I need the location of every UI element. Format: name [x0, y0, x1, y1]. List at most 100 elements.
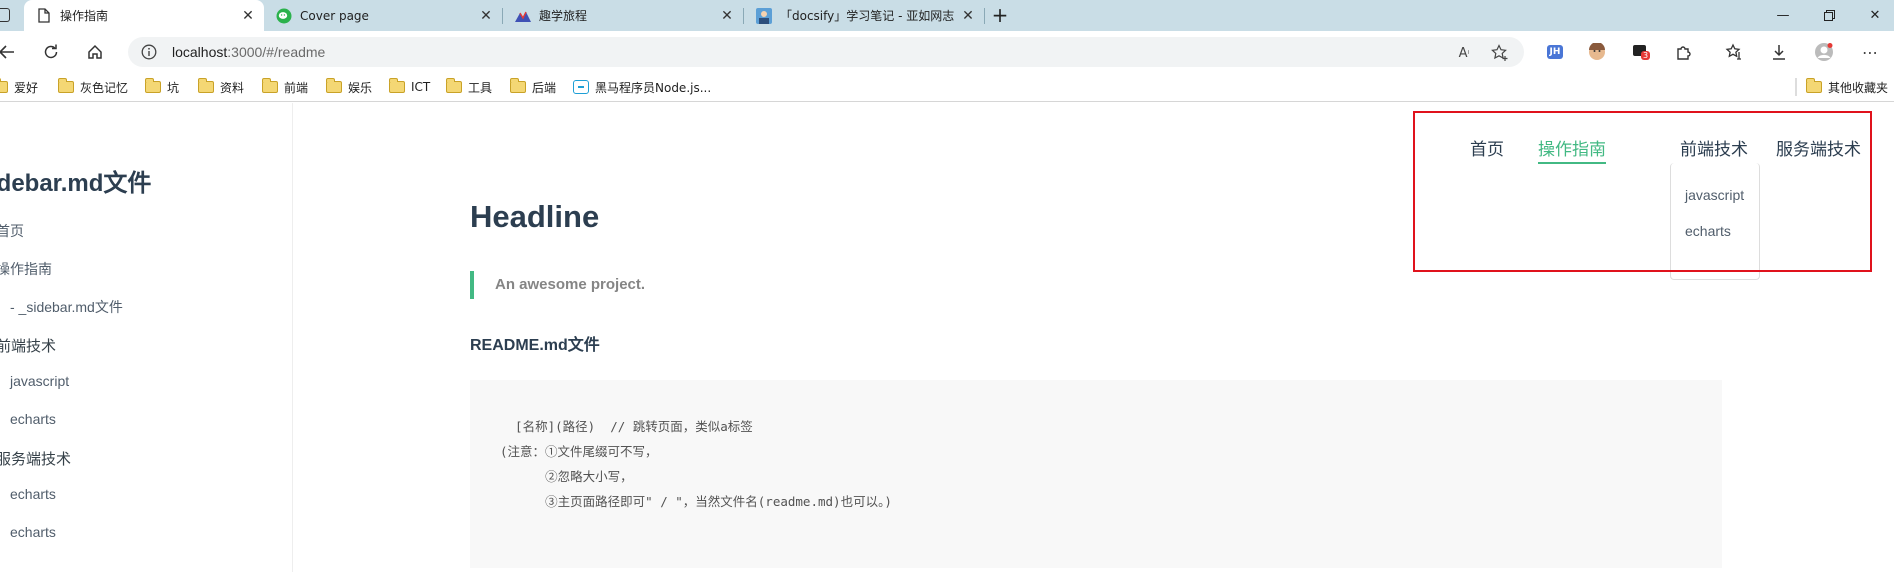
folder-icon [1805, 78, 1822, 93]
folder-icon [388, 78, 405, 93]
bookmark-label: 其他收藏夹 [1828, 80, 1889, 95]
folder-icon [57, 78, 74, 93]
folder-icon [445, 78, 462, 93]
address-bar[interactable]: localhost:3000/#/readme A ⁾ [128, 37, 1524, 67]
frontend-dropdown: javascript echarts [1670, 163, 1760, 280]
close-icon[interactable]: ✕ [238, 8, 258, 24]
bookmark-label: 灰色记忆 [80, 80, 129, 95]
folder-icon [144, 78, 161, 93]
nav-link-guide[interactable]: 操作指南 [1538, 135, 1606, 164]
page-icon [36, 8, 52, 24]
bookmark-folder[interactable]: 工具 [445, 78, 492, 96]
sidebar-item-guide[interactable]: 操作指南 [0, 259, 52, 279]
code-text: [名称](路径) // 跳转页面，类似a标签 (注意：①文件尾缀可不写， ②忽略… [500, 414, 892, 514]
url-host: localhost [172, 44, 228, 60]
more-menu-icon[interactable]: ⋯ [1860, 42, 1880, 62]
mountain-logo-icon [515, 8, 531, 24]
bookmark-folder[interactable]: ICT [388, 78, 431, 96]
section-heading: README.md文件 [470, 337, 600, 354]
bookmark-folder[interactable]: 后端 [509, 78, 557, 96]
extensions-puzzle-icon[interactable] [1674, 42, 1694, 62]
folder-icon [0, 78, 8, 93]
bookmark-folder[interactable]: 灰色记忆 [57, 78, 129, 96]
nav-link-frontend[interactable]: 前端技术 [1680, 135, 1748, 160]
bookmark-label: 后端 [532, 80, 557, 95]
nav-link-backend[interactable]: 服务端技术 [1776, 135, 1861, 160]
dropdown-item-javascript[interactable]: javascript [1685, 187, 1744, 203]
bookmark-link[interactable]: 黑马程序员Node.js... [573, 78, 711, 96]
close-icon[interactable]: ✕ [717, 8, 737, 24]
minimize-button[interactable]: — [1760, 0, 1806, 31]
tab-title: 「docsify」学习笔记 - 亚如网志 [780, 9, 955, 23]
tab-cover-page[interactable]: Cover page ✕ [264, 0, 502, 31]
read-aloud-icon[interactable]: A ⁾ [1454, 43, 1474, 63]
close-icon[interactable]: ✕ [958, 8, 978, 24]
refresh-icon[interactable] [36, 37, 66, 67]
sidebar-item-frontend[interactable]: 前端技术 [0, 335, 56, 356]
sidebar-item-sidebar-md[interactable]: - _sidebar.md文件 [10, 297, 123, 317]
bookmark-folder[interactable]: 娱乐 [325, 78, 373, 96]
profile-avatar-icon[interactable] [1814, 42, 1834, 62]
bookmark-label: ICT [411, 80, 431, 94]
code-line: ③主页面路径即可" / "，当然文件名(readme.md)也可以。) [500, 494, 892, 509]
code-line: [名称](路径) // 跳转页面，类似a标签 [500, 419, 753, 434]
profile-extension-icon[interactable] [1587, 42, 1607, 62]
code-line: ②忽略大小写， [500, 469, 633, 484]
home-icon[interactable] [80, 37, 110, 67]
bookmark-folder[interactable]: 爱好 [0, 78, 38, 96]
blockquote: An awesome project. [470, 271, 645, 299]
dropdown-item-echarts[interactable]: echarts [1685, 223, 1731, 239]
info-icon[interactable] [140, 43, 158, 61]
tab-guide[interactable]: 操作指南 ✕ [24, 0, 264, 31]
close-icon[interactable]: ✕ [476, 8, 496, 24]
sidebar-item-echarts[interactable]: echarts [10, 486, 56, 502]
workspaces-icon[interactable] [0, 8, 10, 22]
sidebar-item-echarts[interactable]: echarts [10, 524, 56, 540]
tab-title: Cover page [300, 8, 369, 23]
bookmarks-bar: 爱好 灰色记忆 坑 资料 前端 娱乐 ICT 工具 后端 黑马程序员Node.j… [0, 72, 1894, 102]
avatar-icon [756, 7, 772, 24]
close-window-button[interactable]: ✕ [1852, 0, 1894, 31]
wechat-icon [276, 8, 292, 24]
bookmark-folder[interactable]: 前端 [261, 78, 309, 96]
url-text[interactable]: localhost:3000/#/readme [172, 44, 325, 60]
bookmark-folder[interactable]: 资料 [197, 78, 245, 96]
bookmark-label: 娱乐 [348, 80, 373, 95]
bookmarks-divider [1795, 78, 1797, 96]
bookmark-label: 黑马程序员Node.js... [595, 80, 712, 95]
notification-extension-icon[interactable]: 3 [1631, 42, 1651, 62]
bookmark-label: 坑 [167, 80, 180, 95]
code-block: [名称](路径) // 跳转页面，类似a标签 (注意：①文件尾缀可不写， ②忽略… [470, 380, 1722, 568]
bookmark-label: 爱好 [14, 80, 39, 95]
sidebar-item-home[interactable]: 首页 [0, 221, 24, 241]
back-arrow-icon[interactable] [0, 37, 22, 67]
folder-icon [509, 78, 526, 93]
tab-quxue[interactable]: 趣学旅程 ✕ [503, 0, 743, 31]
sidebar-item-echarts[interactable]: echarts [10, 411, 56, 427]
favorites-icon[interactable] [1724, 42, 1744, 62]
sidebar-item-javascript[interactable]: javascript [10, 373, 69, 389]
folder-icon [325, 78, 342, 93]
page-headline: Headline [470, 199, 600, 234]
bookmark-folder[interactable]: 坑 [144, 78, 180, 96]
bilibili-icon [573, 80, 589, 94]
sidebar-item-backend[interactable]: 服务端技术 [0, 448, 71, 469]
nav-link-home[interactable]: 首页 [1470, 135, 1504, 160]
new-tab-button[interactable]: + [988, 4, 1012, 28]
docs-sidebar: idebar.md文件 首页 操作指南 - _sidebar.md文件 前端技术… [0, 103, 293, 572]
tab-separator [984, 8, 985, 24]
folder-icon [261, 78, 278, 93]
folder-icon [197, 78, 214, 93]
other-favorites-folder[interactable]: 其他收藏夹 [1805, 78, 1889, 96]
tab-title: 操作指南 [60, 9, 109, 23]
tab-title: 趣学旅程 [539, 9, 588, 23]
downloads-icon[interactable] [1769, 42, 1789, 62]
bookmark-label: 前端 [284, 80, 309, 95]
jh-extension-icon[interactable]: JH [1545, 42, 1565, 62]
tab-docsify-notes[interactable]: 「docsify」学习笔记 - 亚如网志 ✕ [744, 0, 984, 31]
restore-button[interactable] [1806, 0, 1852, 31]
tab-strip: 操作指南 ✕ Cover page ✕ 趣学旅程 ✕ 「docsify」学习笔记… [0, 0, 1894, 31]
extension-badge: 3 [1641, 51, 1651, 60]
bookmark-label: 资料 [220, 80, 245, 95]
favorite-star-icon[interactable] [1490, 43, 1510, 63]
